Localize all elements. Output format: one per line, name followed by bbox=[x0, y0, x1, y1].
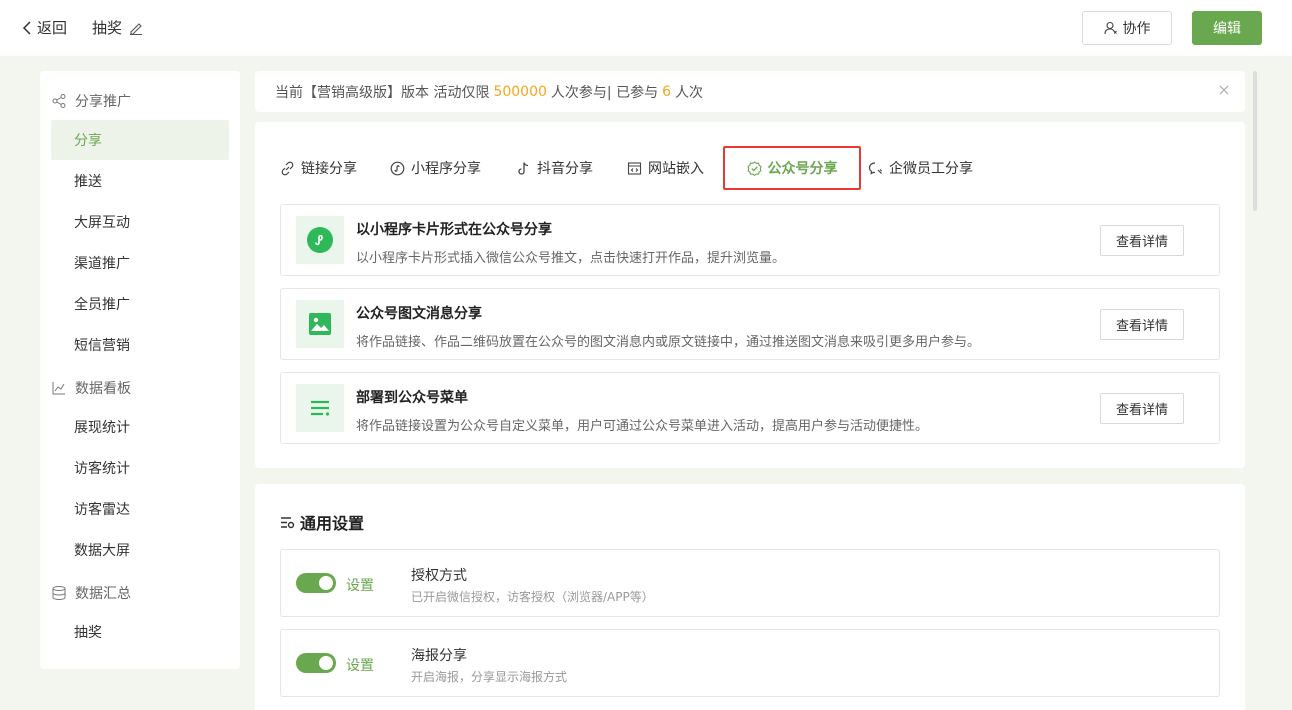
back-label: 返回 bbox=[37, 19, 68, 37]
card-title: 以小程序卡片形式在公众号分享 bbox=[356, 222, 552, 238]
link-icon bbox=[281, 161, 294, 175]
poster-settings-link[interactable]: 设置 bbox=[346, 655, 374, 675]
page-title-text: 抽奖 bbox=[92, 19, 123, 37]
sidebar-item-exposure-stats[interactable]: 展现统计 bbox=[51, 407, 229, 447]
sidebar-item-lottery[interactable]: 抽奖 bbox=[51, 612, 229, 652]
notice-middle: 人次参与| 已参与 bbox=[550, 84, 659, 101]
top-bar: 返回 抽奖 协作 编辑 bbox=[0, 0, 1292, 56]
wecom-icon bbox=[868, 161, 883, 175]
chevron-left-icon bbox=[22, 20, 31, 35]
card-title: 部署到公众号菜单 bbox=[356, 390, 468, 406]
tab-douyin-share[interactable]: 抖音分享 bbox=[516, 148, 593, 188]
page-scrollbar[interactable] bbox=[1253, 71, 1257, 211]
sidebar-item-data-screen[interactable]: 数据大屏 bbox=[51, 530, 229, 570]
general-settings-panel: 通用设置 设置 授权方式 已开启微信授权，访客授权（浏览器/APP等） 设置 海… bbox=[255, 484, 1245, 710]
sidebar: 分享推广 分享 推送 大屏互动 渠道推广 全员推广 短信营销 数据看板 展现统计… bbox=[40, 71, 240, 669]
share-icon bbox=[52, 94, 66, 108]
douyin-icon bbox=[518, 161, 529, 175]
database-icon bbox=[52, 586, 66, 601]
setting-row-auth: 设置 授权方式 已开启微信授权，访客授权（浏览器/APP等） bbox=[280, 549, 1220, 617]
sidebar-item-visitor-radar[interactable]: 访客雷达 bbox=[51, 489, 229, 529]
card-description: 以小程序卡片形式插入微信公众号推文，点击快速打开作品，提升浏览量。 bbox=[356, 251, 786, 266]
sidebar-item-sms[interactable]: 短信营销 bbox=[51, 325, 229, 365]
back-button[interactable]: 返回 bbox=[22, 17, 67, 38]
tab-label: 小程序分享 bbox=[411, 161, 481, 177]
sidebar-group-summary: 数据汇总 bbox=[51, 583, 131, 603]
card-description: 将作品链接、作品二维码放置在公众号的图文消息内或原文链接中，通过推送图文消息来吸… bbox=[356, 335, 981, 350]
tab-label: 网站嵌入 bbox=[648, 161, 704, 177]
sidebar-item-visitor-stats[interactable]: 访客统计 bbox=[51, 448, 229, 488]
edit-pencil-icon[interactable] bbox=[129, 21, 143, 35]
collaborate-label: 协作 bbox=[1122, 21, 1151, 37]
miniprogram-icon bbox=[390, 161, 405, 175]
auth-settings-link[interactable]: 设置 bbox=[346, 575, 374, 595]
settings-list-icon bbox=[281, 516, 295, 528]
image-icon bbox=[309, 313, 331, 335]
sidebar-group-label: 分享推广 bbox=[75, 94, 131, 110]
sidebar-item-share[interactable]: 分享 bbox=[51, 120, 229, 160]
section-title-text: 通用设置 bbox=[300, 514, 365, 533]
card-icon-box bbox=[296, 384, 344, 432]
tab-miniprogram-share[interactable]: 小程序分享 bbox=[390, 148, 481, 188]
embed-icon bbox=[627, 161, 642, 175]
tab-label: 抖音分享 bbox=[537, 161, 593, 177]
tab-label: 链接分享 bbox=[301, 161, 357, 177]
setting-description: 开启海报，分享显示海报方式 bbox=[411, 670, 568, 684]
sidebar-group-data: 数据看板 bbox=[51, 378, 131, 398]
tab-link-share[interactable]: 链接分享 bbox=[280, 148, 357, 188]
sidebar-item-channel[interactable]: 渠道推广 bbox=[51, 243, 229, 283]
setting-description: 已开启微信授权，访客授权（浏览器/APP等） bbox=[411, 590, 654, 604]
tab-official-account-share[interactable]: 公众号分享 bbox=[723, 146, 861, 190]
version-notice: 当前【营销高级版】版本 活动仅限 500000 人次参与| 已参与 6 人次 bbox=[255, 71, 1245, 112]
card-icon-box bbox=[296, 300, 344, 348]
card-icon-box bbox=[296, 216, 344, 264]
sidebar-item-big-screen[interactable]: 大屏互动 bbox=[51, 202, 229, 242]
users-icon bbox=[1103, 21, 1117, 35]
poster-toggle[interactable] bbox=[296, 653, 336, 673]
sidebar-group-label: 数据汇总 bbox=[75, 586, 131, 602]
tab-website-embed[interactable]: 网站嵌入 bbox=[627, 148, 704, 188]
share-card-menu: 部署到公众号菜单 将作品链接设置为公众号自定义菜单，用户可通过公众号菜单进入活动… bbox=[280, 372, 1220, 444]
view-details-button[interactable]: 查看详情 bbox=[1100, 309, 1184, 340]
share-tabs: 链接分享 小程序分享 抖音分享 网站嵌入 公众号分享 企微员工分享 bbox=[280, 146, 1220, 190]
sidebar-group-label: 数据看板 bbox=[75, 381, 131, 397]
sidebar-group-share: 分享推广 bbox=[51, 91, 131, 111]
menu-icon bbox=[311, 400, 330, 416]
setting-title: 海报分享 bbox=[411, 648, 467, 664]
notice-prefix: 当前【营销高级版】版本 活动仅限 bbox=[275, 84, 490, 101]
setting-row-poster: 设置 海报分享 开启海报，分享显示海报方式 bbox=[280, 629, 1220, 697]
miniprogram-circle-icon bbox=[307, 227, 333, 253]
view-details-button[interactable]: 查看详情 bbox=[1100, 225, 1184, 256]
close-icon[interactable] bbox=[1217, 83, 1231, 97]
verified-icon bbox=[746, 160, 762, 176]
share-panel: 链接分享 小程序分享 抖音分享 网站嵌入 公众号分享 企微员工分享 以小程序卡片… bbox=[255, 122, 1245, 468]
view-details-button[interactable]: 查看详情 bbox=[1100, 393, 1184, 424]
auth-toggle[interactable] bbox=[296, 573, 336, 593]
notice-suffix: 人次 bbox=[675, 84, 703, 101]
notice-count: 6 bbox=[662, 83, 671, 100]
card-description: 将作品链接设置为公众号自定义菜单，用户可通过公众号菜单进入活动，提高用户参与活动… bbox=[356, 419, 929, 434]
notice-limit: 500000 bbox=[493, 83, 547, 100]
section-title: 通用设置 bbox=[280, 510, 364, 534]
sidebar-item-push[interactable]: 推送 bbox=[51, 161, 229, 201]
tab-label: 公众号分享 bbox=[767, 161, 838, 177]
edit-button[interactable]: 编辑 bbox=[1192, 11, 1262, 45]
page-title: 抽奖 bbox=[92, 17, 143, 38]
tab-wecom-staff-share[interactable]: 企微员工分享 bbox=[868, 148, 973, 188]
collaborate-button[interactable]: 协作 bbox=[1082, 11, 1172, 45]
sidebar-item-all-staff[interactable]: 全员推广 bbox=[51, 284, 229, 324]
setting-title: 授权方式 bbox=[411, 568, 467, 584]
share-card-miniprogram: 以小程序卡片形式在公众号分享 以小程序卡片形式插入微信公众号推文，点击快速打开作… bbox=[280, 204, 1220, 276]
card-title: 公众号图文消息分享 bbox=[356, 306, 482, 322]
tab-label: 企微员工分享 bbox=[889, 161, 973, 177]
chart-icon bbox=[52, 382, 65, 395]
share-card-article: 公众号图文消息分享 将作品链接、作品二维码放置在公众号的图文消息内或原文链接中，… bbox=[280, 288, 1220, 360]
